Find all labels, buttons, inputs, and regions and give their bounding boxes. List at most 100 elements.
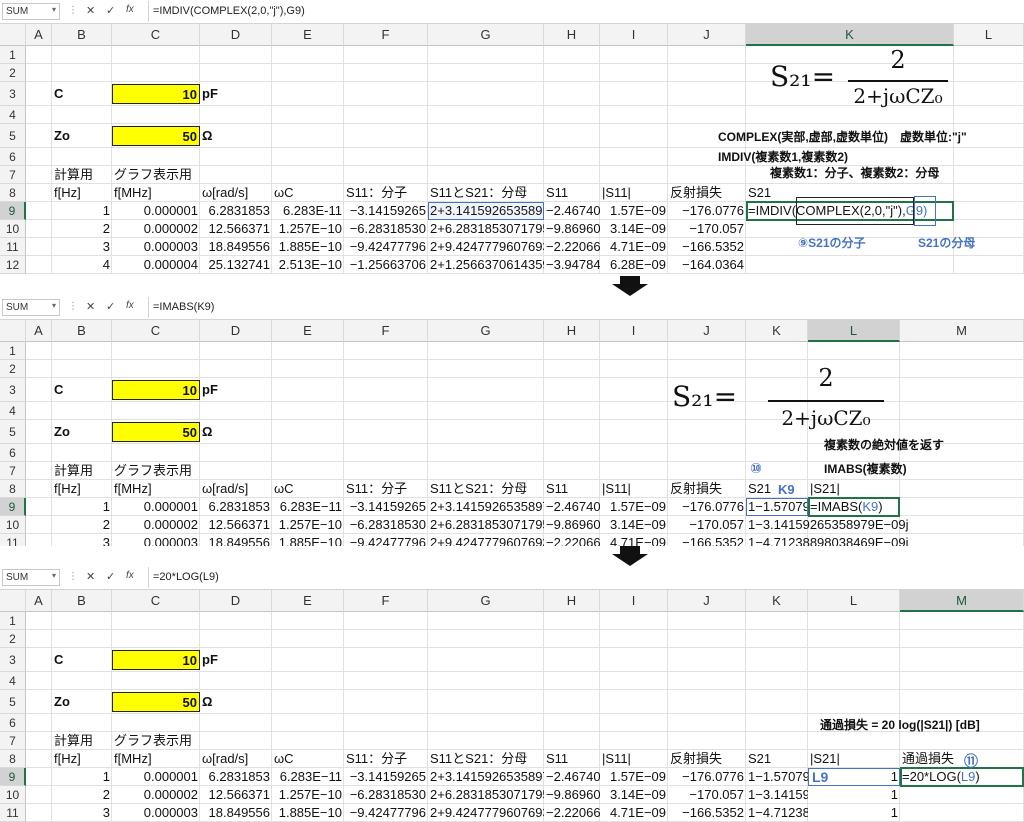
header-cell-j[interactable]: 反射損失	[668, 184, 746, 202]
data-cell-f[interactable]: −1.25663706	[344, 256, 428, 274]
c-value-input[interactable]: 10	[112, 650, 200, 670]
header-cell-c[interactable]: f[MHz]	[112, 480, 200, 498]
data-cell-b[interactable]: 4	[52, 256, 112, 274]
data-cell-h[interactable]: −2.22066	[544, 238, 600, 256]
c-unit[interactable]: pF	[200, 378, 272, 402]
data-cell-f[interactable]: −6.28318530	[344, 516, 428, 534]
data-cell-b[interactable]: 1	[52, 498, 112, 516]
data-cell-j[interactable]: −170.057	[668, 220, 746, 238]
row-header-1[interactable]: 1	[0, 612, 26, 630]
column-header-i[interactable]: I	[600, 320, 668, 342]
zo-value-input[interactable]: 50	[112, 126, 200, 146]
name-box[interactable]: SUM ▾	[2, 3, 60, 20]
column-header-h[interactable]: H	[544, 24, 600, 46]
header-cell-b[interactable]: f[Hz]	[52, 750, 112, 768]
row-header-3[interactable]: 3	[0, 378, 26, 402]
header-cell-i[interactable]: |S11|	[600, 184, 668, 202]
column-header-k[interactable]: K	[746, 24, 954, 46]
data-cell-f[interactable]: −3.14159265	[344, 768, 428, 786]
data-cell-j[interactable]: −166.5352	[668, 804, 746, 822]
data-cell-b[interactable]: 3	[52, 238, 112, 256]
column-header-c[interactable]: C	[112, 590, 200, 612]
data-cell-d[interactable]: 25.132741	[200, 256, 272, 274]
data-cell-e[interactable]: 1.257E−10	[272, 786, 344, 804]
data-cell-f[interactable]: −6.28318530	[344, 786, 428, 804]
data-cell-e[interactable]: 1.885E−10	[272, 534, 344, 546]
data-cell-i[interactable]: 6.28E−09	[600, 256, 668, 274]
row-header-5[interactable]: 5	[0, 420, 26, 444]
data-cell-c[interactable]: 0.000003	[112, 238, 200, 256]
select-all-corner[interactable]	[0, 24, 26, 46]
row-header-7[interactable]: 7	[0, 732, 26, 750]
l9-formula[interactable]: =IMABS(K9)	[808, 498, 898, 516]
header-cell-g[interactable]: S11とS21：分母	[428, 480, 544, 498]
row-header-9[interactable]: 9	[0, 768, 26, 786]
zo-label[interactable]: Zo	[52, 124, 112, 148]
zo-value-input[interactable]: 50	[112, 422, 200, 442]
data-cell-d[interactable]: 6.2831853	[200, 768, 272, 786]
column-header-g[interactable]: G	[428, 24, 544, 46]
data-cell-e[interactable]: 1.257E−10	[272, 220, 344, 238]
row-header-8[interactable]: 8	[0, 480, 26, 498]
header-cell-i[interactable]: |S11|	[600, 750, 668, 768]
data-cell-e[interactable]: 6.283E-11	[272, 202, 344, 220]
data-cell-i[interactable]: 4.71E−09	[600, 238, 668, 256]
column-header-e[interactable]: E	[272, 24, 344, 46]
header-cell-h[interactable]: S11	[544, 184, 600, 202]
header-cell-g[interactable]: S11とS21：分母	[428, 750, 544, 768]
data-cell-h[interactable]: −2.46740	[544, 498, 600, 516]
data-cell-l[interactable]: 1	[808, 804, 900, 822]
data-cell-k[interactable]: 1−4.71238898038469E−09j	[746, 534, 926, 546]
data-cell-d[interactable]: 12.566371	[200, 516, 272, 534]
function-icon[interactable]: fx	[126, 300, 134, 311]
row-header-10[interactable]: 10	[0, 220, 26, 238]
row-header-3[interactable]: 3	[0, 648, 26, 672]
data-cell-h[interactable]: −2.46740	[544, 768, 600, 786]
header-cell-k[interactable]: S21	[746, 480, 808, 498]
column-header-k[interactable]: K	[746, 590, 808, 612]
header-cell-l[interactable]: |S21|	[808, 480, 900, 498]
data-cell-f[interactable]: −9.42477796	[344, 238, 428, 256]
function-icon[interactable]: fx	[126, 4, 134, 15]
column-header-g[interactable]: G	[428, 590, 544, 612]
row-header-6[interactable]: 6	[0, 148, 26, 166]
row-header-1[interactable]: 1	[0, 342, 26, 360]
data-cell-l[interactable]: 1	[808, 786, 900, 804]
row-header-9[interactable]: 9	[0, 498, 26, 516]
enter-icon[interactable]: ✓	[106, 570, 115, 583]
row-header-4[interactable]: 4	[0, 672, 26, 690]
header-cell-d[interactable]: ω[rad/s]	[200, 184, 272, 202]
hdr-calc[interactable]: 計算用	[52, 462, 112, 480]
data-cell-j[interactable]: −176.0776	[668, 768, 746, 786]
row-header-8[interactable]: 8	[0, 750, 26, 768]
header-cell-c[interactable]: f[MHz]	[112, 184, 200, 202]
data-cell-b[interactable]: 2	[52, 220, 112, 238]
column-header-g[interactable]: G	[428, 320, 544, 342]
data-cell-g[interactable]: 2+6.28318530717959	[428, 786, 544, 804]
data-cell-h[interactable]: −2.46740	[544, 202, 600, 220]
column-header-b[interactable]: B	[52, 320, 112, 342]
header-cell-c[interactable]: f[MHz]	[112, 750, 200, 768]
data-cell-b[interactable]: 2	[52, 786, 112, 804]
column-header-f[interactable]: F	[344, 320, 428, 342]
row-header-6[interactable]: 6	[0, 444, 26, 462]
column-header-l[interactable]: L	[954, 24, 1024, 46]
row-header-4[interactable]: 4	[0, 402, 26, 420]
row-header-7[interactable]: 7	[0, 166, 26, 184]
header-cell-j[interactable]: 反射損失	[668, 480, 746, 498]
data-cell-g[interactable]: 2+3.14159265358979	[428, 768, 544, 786]
column-header-l[interactable]: L	[808, 320, 900, 342]
data-cell-g[interactable]: 2+9.42477796076938	[428, 804, 544, 822]
c-value-input[interactable]: 10	[112, 84, 200, 104]
data-cell-g[interactable]: 2+3.14159265358979	[428, 498, 544, 516]
data-cell-b[interactable]: 1	[52, 202, 112, 220]
column-header-d[interactable]: D	[200, 590, 272, 612]
data-cell-d[interactable]: 12.566371	[200, 786, 272, 804]
column-header-j[interactable]: J	[668, 590, 746, 612]
c-unit[interactable]: pF	[200, 648, 272, 672]
column-header-c[interactable]: C	[112, 320, 200, 342]
row-header-5[interactable]: 5	[0, 124, 26, 148]
column-header-f[interactable]: F	[344, 590, 428, 612]
row-header-11[interactable]: 11	[0, 238, 26, 256]
c-label[interactable]: C	[52, 82, 112, 106]
